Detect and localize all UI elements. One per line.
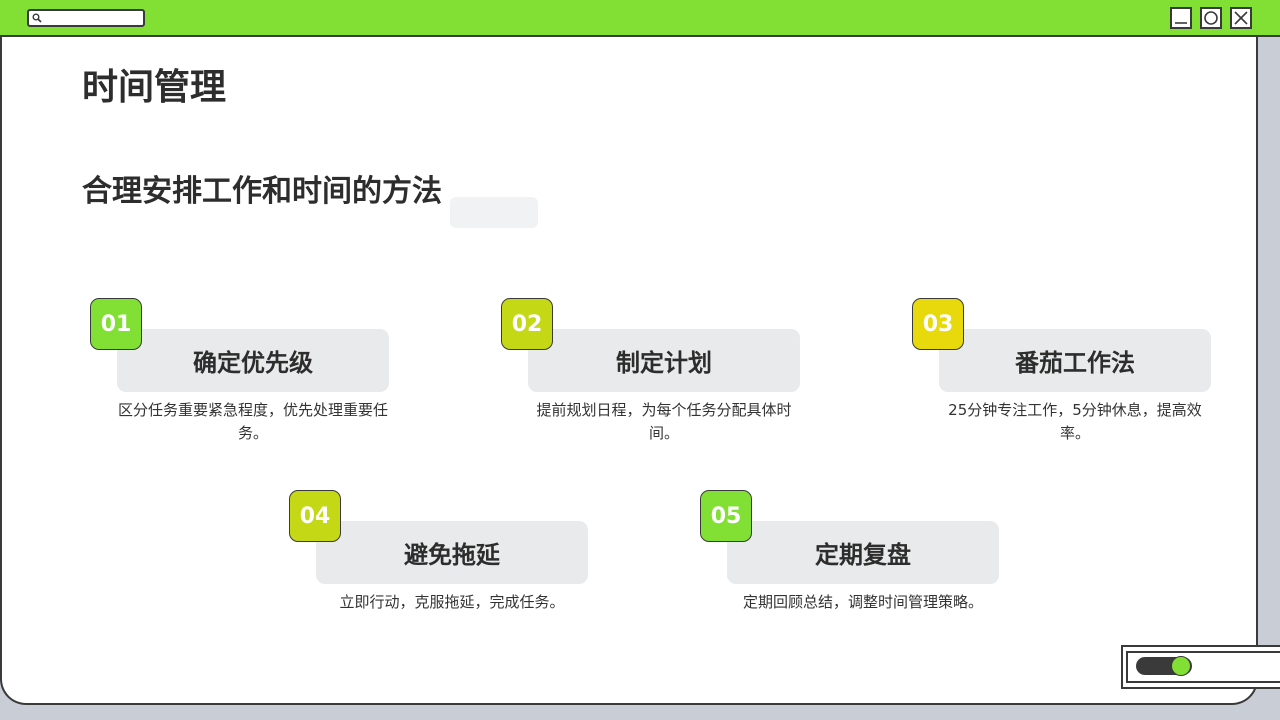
close-icon — [1234, 11, 1248, 25]
step-number-badge: 05 — [700, 490, 752, 542]
page-title: 时间管理 — [82, 67, 227, 108]
step-label: 定期复盘 — [815, 541, 911, 569]
maximize-button[interactable] — [1200, 7, 1222, 29]
step-card: 确定优先级 01 区分任务重要紧急程度，优先处理重要任务。 — [90, 298, 390, 458]
page-subtitle: 合理安排工作和时间的方法 — [82, 174, 442, 209]
step-label: 避免拖延 — [404, 541, 500, 569]
step-description: 立即行动，克服拖延，完成任务。 — [339, 593, 565, 611]
search-input[interactable] — [27, 9, 145, 27]
step-description: 25分钟专注工作，5分钟休息，提高效率。 — [948, 401, 1202, 442]
toggle-knob[interactable] — [1171, 656, 1191, 676]
slide-window: 时间管理 合理安排工作和时间的方法 确定优先级 01 区分任务重要紧急程度，优先… — [0, 0, 1258, 705]
step-number-badge: 04 — [289, 490, 341, 542]
step-number-badge: 02 — [501, 298, 553, 350]
step-description: 定期回顾总结，调整时间管理策略。 — [742, 593, 983, 611]
step-label: 番茄工作法 — [1015, 349, 1135, 377]
step-description: 提前规划日程，为每个任务分配具体时间。 — [536, 401, 792, 442]
search-icon — [32, 13, 42, 23]
minimize-button[interactable] — [1170, 7, 1192, 29]
step-card: 制定计划 02 提前规划日程，为每个任务分配具体时间。 — [501, 298, 801, 458]
title-bar — [0, 0, 1280, 37]
step-label: 制定计划 — [616, 349, 712, 377]
step-number-badge: 01 — [90, 298, 142, 350]
minimize-icon — [1175, 22, 1187, 24]
close-button[interactable] — [1230, 7, 1252, 29]
step-description: 区分任务重要紧急程度，优先处理重要任务。 — [117, 401, 388, 442]
step-label: 确定优先级 — [193, 349, 313, 377]
step-card: 番茄工作法 03 25分钟专注工作，5分钟休息，提高效率。 — [912, 298, 1212, 458]
step-card: 定期复盘 05 定期回顾总结，调整时间管理策略。 — [700, 490, 1000, 650]
step-card: 避免拖延 04 立即行动，克服拖延，完成任务。 — [289, 490, 589, 650]
step-number-badge: 03 — [912, 298, 964, 350]
placeholder-box — [450, 197, 538, 228]
maximize-icon — [1204, 11, 1218, 25]
